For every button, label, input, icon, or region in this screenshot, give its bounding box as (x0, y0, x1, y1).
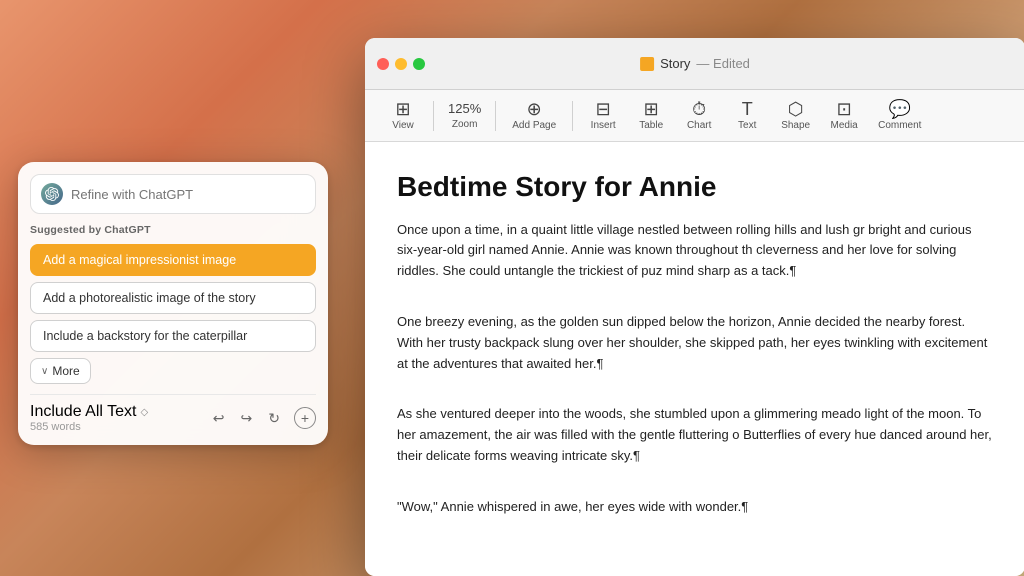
comment-label: Comment (878, 120, 921, 131)
doc-empty-paragraph (397, 382, 993, 396)
add-button[interactable]: + (294, 407, 316, 429)
close-button[interactable] (377, 58, 389, 70)
footer-left-area: Include All Text ◇ 585 words (30, 403, 148, 433)
suggested-label: Suggested by ChatGPT (30, 224, 316, 236)
doc-paragraph: Once upon a time, in a quaint little vil… (397, 220, 993, 282)
suggestion-item-2[interactable]: Include a backstory for the caterpillar (30, 320, 316, 352)
add-page-icon: ⊕ (527, 100, 542, 118)
toolbar-add-page[interactable]: ⊕ Add Page (504, 96, 564, 135)
more-chevron-icon: ∨ (41, 366, 48, 377)
toolbar-chart[interactable]: ⏱ Chart (677, 96, 721, 135)
redo-button[interactable]: ↪ (239, 408, 255, 429)
toolbar: ⊞ View 125% Zoom ⊕ Add Page ⊟ Insert ⊞ T… (365, 90, 1024, 142)
window-title: Story (660, 56, 690, 71)
view-label: View (392, 120, 414, 131)
undo-button[interactable]: ↩ (211, 408, 227, 429)
text-icon: T (742, 100, 753, 118)
toolbar-shape[interactable]: ⬡ Shape (773, 96, 818, 135)
chatgpt-panel: Suggested by ChatGPT Add a magical impre… (18, 162, 328, 445)
chart-icon: ⏱ (692, 100, 706, 118)
title-bar: Story — Edited (365, 38, 1024, 90)
toolbar-view[interactable]: ⊞ View (381, 96, 425, 135)
toolbar-media[interactable]: ⊡ Media (822, 96, 866, 135)
text-label: Text (738, 120, 756, 131)
include-text-row: Include All Text ◇ (30, 403, 148, 421)
zoom-value-display: 125% (448, 102, 481, 115)
suggestions-list: Add a magical impressionist image Add a … (30, 244, 316, 352)
doc-paragraph: One breezy evening, as the golden sun di… (397, 312, 993, 374)
comment-icon: 💬 (889, 100, 911, 118)
toolbar-table[interactable]: ⊞ Table (629, 96, 673, 135)
toolbar-divider-1 (433, 101, 434, 131)
media-label: Media (830, 120, 857, 131)
more-label: More (52, 364, 79, 378)
shape-icon: ⬡ (788, 100, 804, 118)
zoom-label: Zoom (452, 119, 478, 130)
refine-input-wrapper[interactable] (30, 174, 316, 214)
panel-footer: Include All Text ◇ 585 words ↩ ↪ ↻ + (30, 394, 316, 433)
chatgpt-logo (41, 183, 63, 205)
pages-window: Story — Edited ⊞ View 125% Zoom ⊕ Add Pa… (365, 38, 1024, 576)
footer-actions: ↩ ↪ ↻ + (211, 407, 316, 429)
suggestion-item-1[interactable]: Add a photorealistic image of the story (30, 282, 316, 314)
toolbar-divider-3 (572, 101, 573, 131)
doc-empty-paragraph (397, 475, 993, 489)
toolbar-zoom[interactable]: 125% Zoom (442, 98, 487, 134)
window-title-area: Story — Edited (640, 56, 750, 71)
toolbar-insert[interactable]: ⊟ Insert (581, 96, 625, 135)
table-icon: ⊞ (644, 100, 659, 118)
view-icon: ⊞ (395, 100, 410, 118)
minimize-button[interactable] (395, 58, 407, 70)
refresh-button[interactable]: ↻ (266, 408, 282, 429)
doc-empty-paragraph (397, 290, 993, 304)
doc-empty-paragraph (397, 526, 993, 540)
word-count: 585 words (30, 421, 148, 433)
add-page-label: Add Page (512, 120, 556, 131)
doc-paragraph: As she ventured deeper into the woods, s… (397, 404, 993, 466)
suggestion-item-0[interactable]: Add a magical impressionist image (30, 244, 316, 276)
shape-label: Shape (781, 120, 810, 131)
include-label: Include All Text (30, 403, 136, 421)
document-title: Bedtime Story for Annie (397, 170, 993, 204)
table-label: Table (639, 120, 663, 131)
more-button[interactable]: ∨ More (30, 358, 91, 384)
toolbar-divider-2 (495, 101, 496, 131)
refine-input[interactable] (71, 187, 305, 202)
toolbar-comment[interactable]: 💬 Comment (870, 96, 929, 135)
doc-paragraph: "Wow," Annie whispered in awe, her eyes … (397, 497, 993, 518)
window-edited-status: — Edited (696, 56, 749, 71)
document-icon (640, 57, 654, 71)
document-content: Bedtime Story for Annie Once upon a time… (365, 142, 1024, 576)
chart-label: Chart (687, 120, 711, 131)
arrows-icon: ◇ (140, 407, 148, 418)
maximize-button[interactable] (413, 58, 425, 70)
media-icon: ⊡ (837, 100, 852, 118)
insert-icon: ⊟ (596, 100, 611, 118)
document-body: Once upon a time, in a quaint little vil… (397, 220, 993, 540)
insert-label: Insert (591, 120, 616, 131)
toolbar-text[interactable]: T Text (725, 96, 769, 135)
traffic-lights (377, 58, 425, 70)
